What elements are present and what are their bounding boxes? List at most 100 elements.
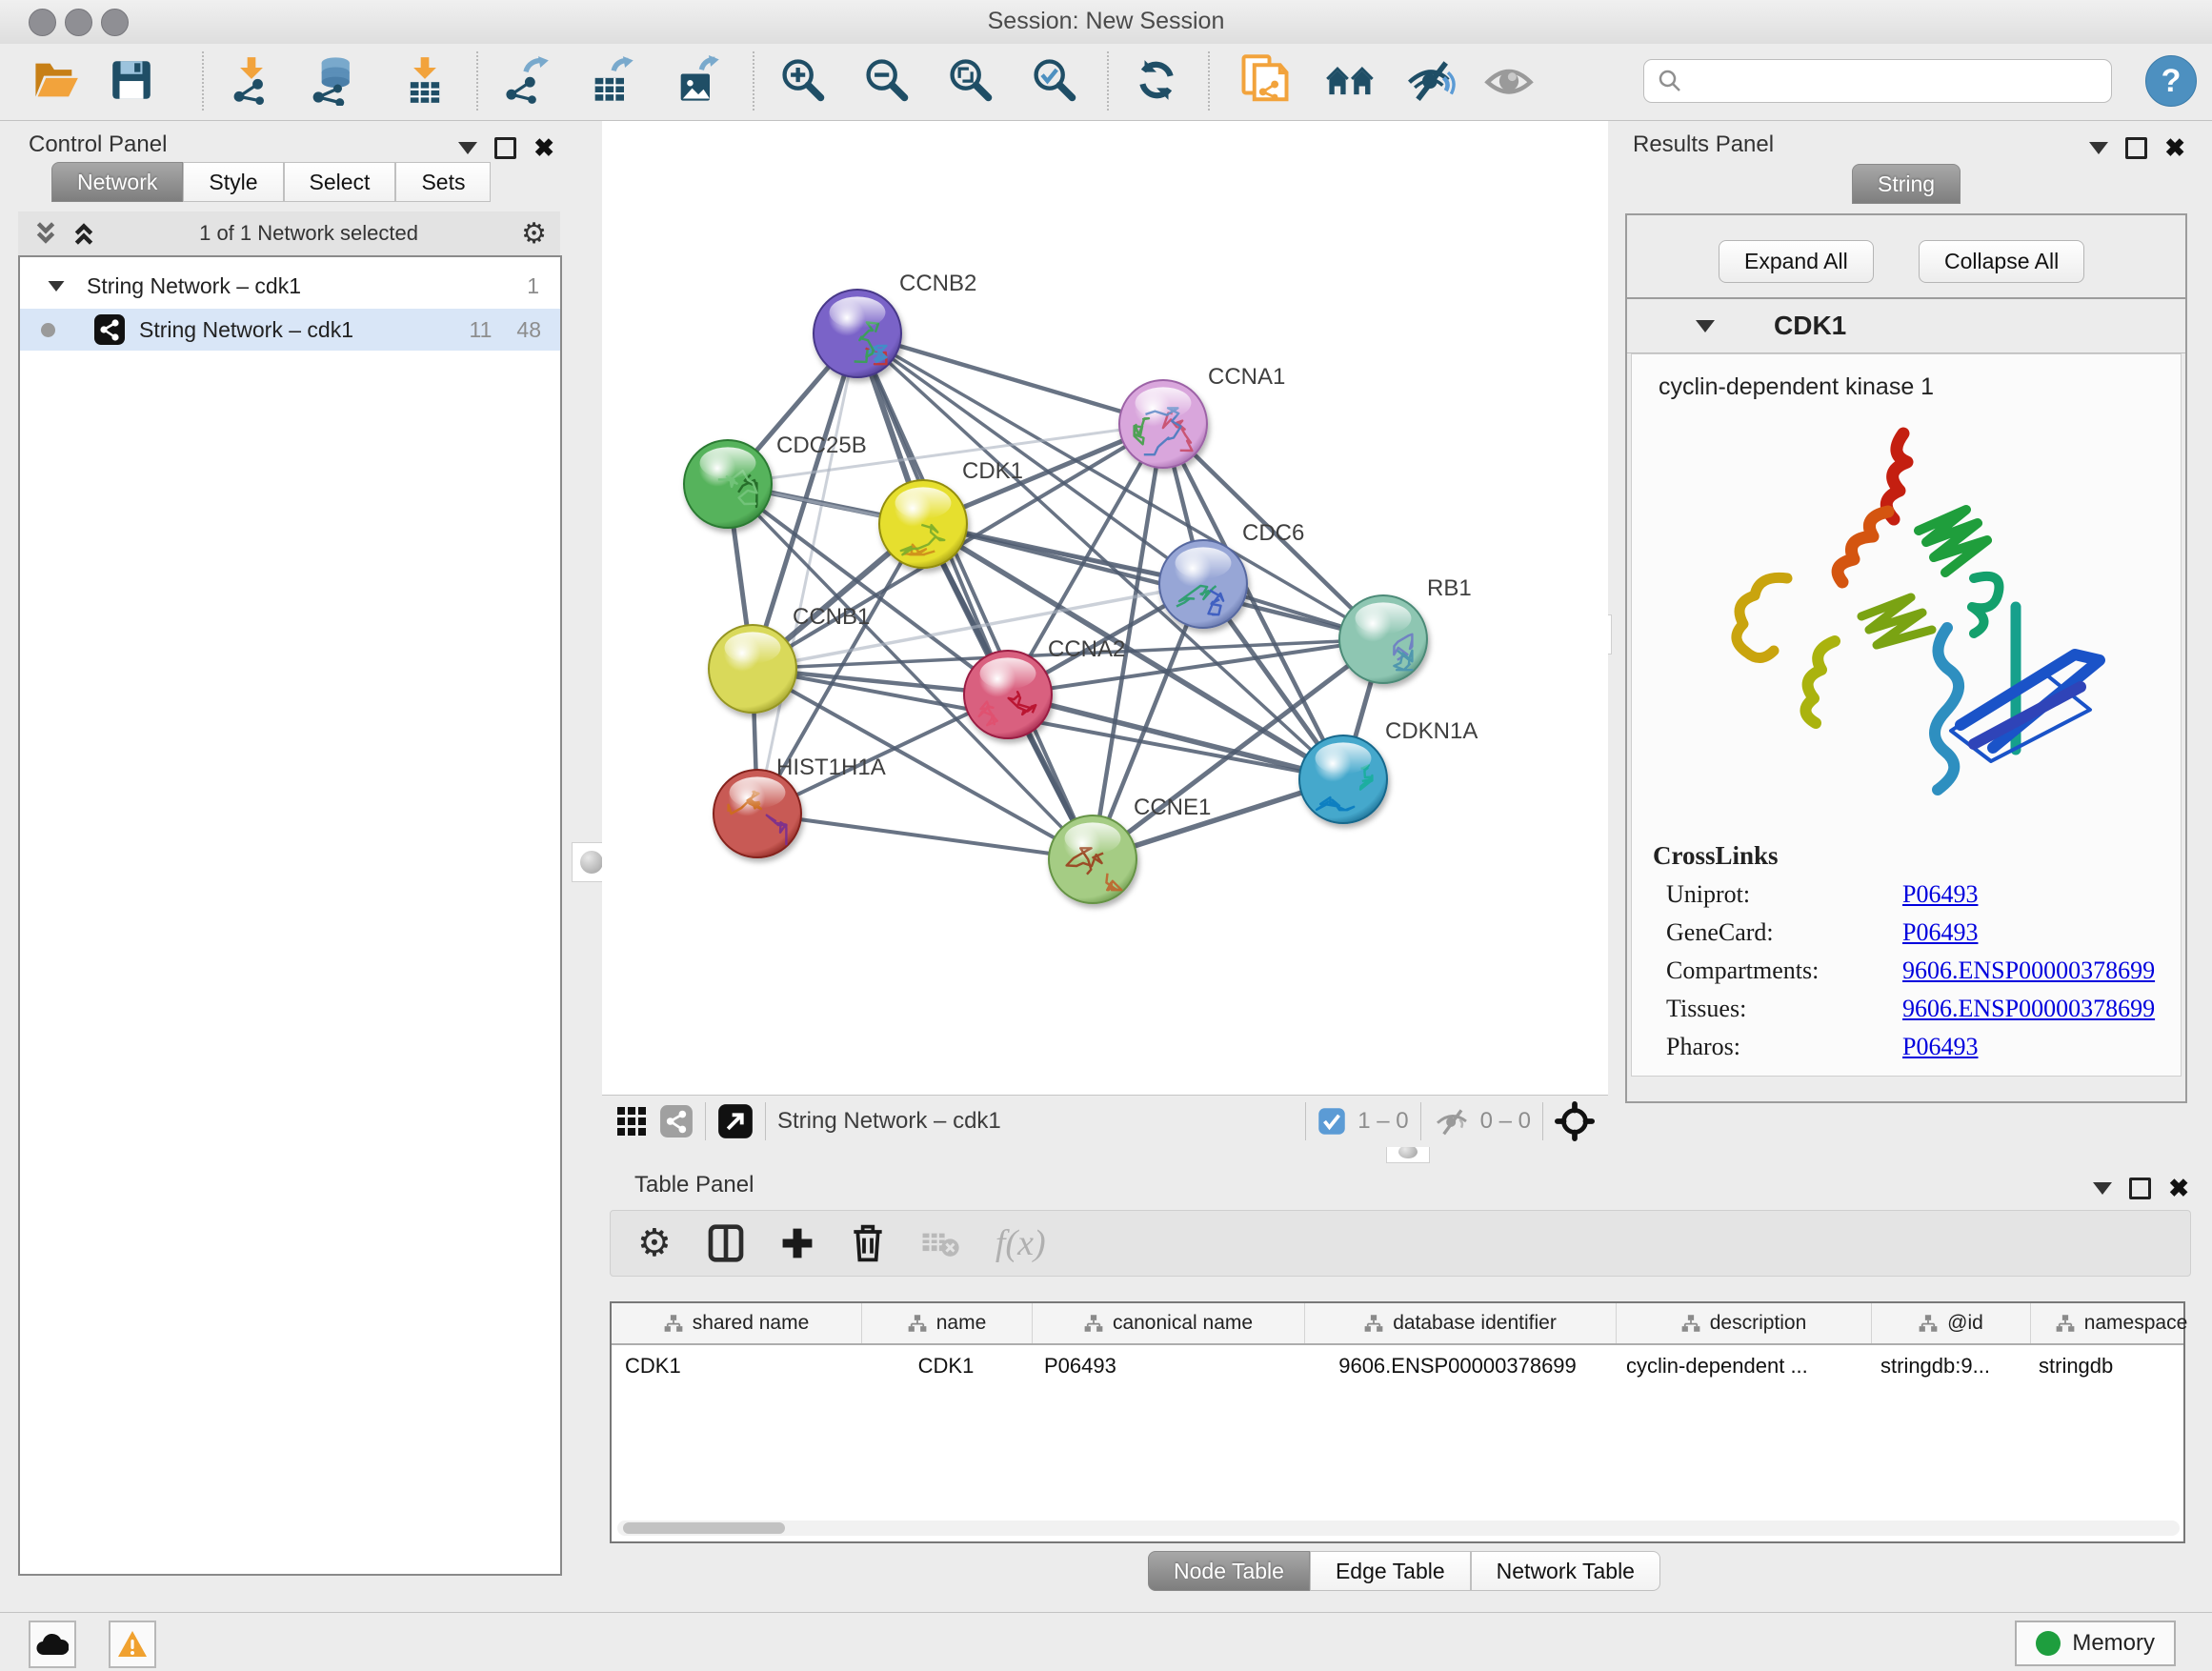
- column-header[interactable]: shared name: [612, 1303, 862, 1343]
- network-edge[interactable]: [857, 333, 1163, 424]
- crosslink-link[interactable]: P06493: [1902, 918, 1978, 947]
- collection-expand-icon[interactable]: [49, 280, 65, 291]
- import-network-database-button[interactable]: [307, 53, 360, 107]
- network-row-selected[interactable]: String Network – cdk1 11 48: [20, 309, 560, 351]
- network-node-ccna1[interactable]: [1119, 380, 1207, 468]
- tab-sets[interactable]: Sets: [395, 162, 491, 202]
- network-node-hist1h1a[interactable]: [714, 770, 801, 857]
- help-button[interactable]: ?: [2145, 55, 2197, 107]
- table-cell[interactable]: stringdb:9...: [1867, 1354, 2025, 1379]
- horizontal-scrollbar[interactable]: [617, 1520, 2180, 1536]
- network-node-cdkn1a[interactable]: [1299, 735, 1387, 823]
- table-cell[interactable]: P06493: [1031, 1354, 1302, 1379]
- zoom-out-button[interactable]: [859, 53, 913, 107]
- network-node-ccne1[interactable]: [1049, 815, 1136, 903]
- network-edge[interactable]: [857, 333, 1093, 859]
- export-image-button[interactable]: [671, 53, 724, 107]
- crosslink-link[interactable]: 9606.ENSP00000378699: [1902, 995, 2155, 1023]
- network-options-gear-icon[interactable]: ⚙: [521, 217, 547, 251]
- tab-network-table[interactable]: Network Table: [1471, 1551, 1660, 1591]
- network-edge[interactable]: [923, 524, 1383, 639]
- table-cell[interactable]: 9606.ENSP00000378699: [1302, 1354, 1613, 1379]
- export-table-button[interactable]: [585, 53, 638, 107]
- float-panel-icon[interactable]: [494, 137, 516, 159]
- hidden-eye-icon[interactable]: [1433, 1105, 1471, 1137]
- clone-network-button[interactable]: [1238, 53, 1292, 107]
- panel-menu-icon[interactable]: [2093, 1182, 2112, 1195]
- network-node-ccnb1[interactable]: [709, 625, 796, 713]
- table-cell[interactable]: CDK1: [612, 1354, 861, 1379]
- close-panel-icon[interactable]: ✖: [2168, 1176, 2189, 1200]
- selected-checkbox-icon[interactable]: [1317, 1107, 1346, 1136]
- search-box[interactable]: [1643, 59, 2112, 103]
- hide-selected-button[interactable]: [1404, 53, 1458, 107]
- network-node-ccna2[interactable]: [964, 651, 1052, 738]
- open-session-button[interactable]: [29, 53, 82, 107]
- network-edge[interactable]: [757, 333, 857, 814]
- save-session-button[interactable]: [105, 53, 158, 107]
- float-panel-icon[interactable]: [2125, 137, 2147, 159]
- panel-menu-icon[interactable]: [2089, 142, 2108, 154]
- tab-edge-table[interactable]: Edge Table: [1310, 1551, 1471, 1591]
- table-cell[interactable]: cyclin-dependent ...: [1613, 1354, 1867, 1379]
- column-header[interactable]: database identifier: [1305, 1303, 1617, 1343]
- crosslink-link[interactable]: P06493: [1902, 1033, 1978, 1061]
- column-header[interactable]: @id: [1872, 1303, 2031, 1343]
- collapse-all-icon[interactable]: [33, 220, 58, 247]
- show-columns-icon[interactable]: [708, 1224, 744, 1262]
- collapse-all-button[interactable]: Collapse All: [1919, 240, 2084, 283]
- network-collection-row[interactable]: String Network – cdk1 1: [20, 265, 560, 307]
- network-node-cdc6[interactable]: [1159, 540, 1247, 628]
- expand-all-icon[interactable]: [71, 220, 96, 247]
- network-list-header: 1 of 1 Network selected ⚙: [18, 211, 560, 255]
- birdseye-view-icon[interactable]: [717, 1103, 754, 1139]
- delete-column-icon[interactable]: [851, 1224, 885, 1262]
- show-all-button[interactable]: [1482, 53, 1536, 107]
- network-node-cdc25b[interactable]: [684, 440, 772, 528]
- close-panel-icon[interactable]: ✖: [2164, 135, 2185, 160]
- tab-style[interactable]: Style: [183, 162, 283, 202]
- crosslink-link[interactable]: 9606.ENSP00000378699: [1902, 956, 2155, 985]
- table-cell[interactable]: stringdb: [2025, 1354, 2206, 1379]
- table-cell[interactable]: CDK1: [861, 1354, 1031, 1379]
- expand-all-button[interactable]: Expand All: [1719, 240, 1874, 283]
- search-input[interactable]: [1692, 68, 2111, 94]
- export-network-button[interactable]: [499, 53, 553, 107]
- panel-menu-icon[interactable]: [458, 142, 477, 154]
- zoom-fit-button[interactable]: [943, 53, 996, 107]
- crosslink-link[interactable]: P06493: [1902, 880, 1978, 909]
- close-panel-icon[interactable]: ✖: [533, 135, 554, 160]
- column-header[interactable]: description: [1617, 1303, 1872, 1343]
- network-share-gray-icon[interactable]: [659, 1104, 694, 1138]
- zoom-selected-button[interactable]: [1027, 53, 1080, 107]
- cloud-button[interactable]: [29, 1621, 76, 1668]
- node-table[interactable]: shared name name canonical name database…: [610, 1301, 2185, 1543]
- collapse-section-icon[interactable]: [1696, 320, 1715, 332]
- network-node-ccnb2[interactable]: [814, 290, 901, 377]
- tab-select[interactable]: Select: [284, 162, 396, 202]
- network-node-rb1[interactable]: [1339, 595, 1427, 683]
- fit-selected-crosshair-icon[interactable]: [1555, 1101, 1595, 1141]
- tab-network[interactable]: Network: [51, 162, 183, 202]
- refresh-button[interactable]: [1130, 53, 1183, 107]
- merge-networks-button[interactable]: [1324, 53, 1377, 107]
- memory-button[interactable]: Memory: [2015, 1621, 2176, 1666]
- import-network-file-button[interactable]: [225, 53, 278, 107]
- network-node-cdk1[interactable]: [879, 480, 967, 568]
- add-column-icon[interactable]: [780, 1226, 814, 1260]
- table-options-gear-icon[interactable]: ⚙: [637, 1221, 672, 1265]
- float-panel-icon[interactable]: [2129, 1178, 2151, 1199]
- column-header[interactable]: namespace: [2031, 1303, 2212, 1343]
- warnings-button[interactable]: [109, 1621, 156, 1668]
- column-header[interactable]: name: [862, 1303, 1033, 1343]
- scrollbar-thumb[interactable]: [623, 1522, 785, 1534]
- network-edge[interactable]: [757, 814, 1093, 859]
- network-canvas[interactable]: CCNB2CCNA1CDC25BCDK1CDC6RB1CCNB1CCNA2CDK…: [602, 121, 1608, 1095]
- import-table-button[interactable]: [398, 53, 452, 107]
- tab-string[interactable]: String: [1852, 164, 1961, 204]
- column-header[interactable]: canonical name: [1033, 1303, 1305, 1343]
- zoom-in-button[interactable]: [775, 53, 829, 107]
- tab-node-table[interactable]: Node Table: [1148, 1551, 1310, 1591]
- cdk1-section-header[interactable]: CDK1: [1627, 299, 2185, 353]
- grid-view-icon[interactable]: [615, 1105, 648, 1137]
